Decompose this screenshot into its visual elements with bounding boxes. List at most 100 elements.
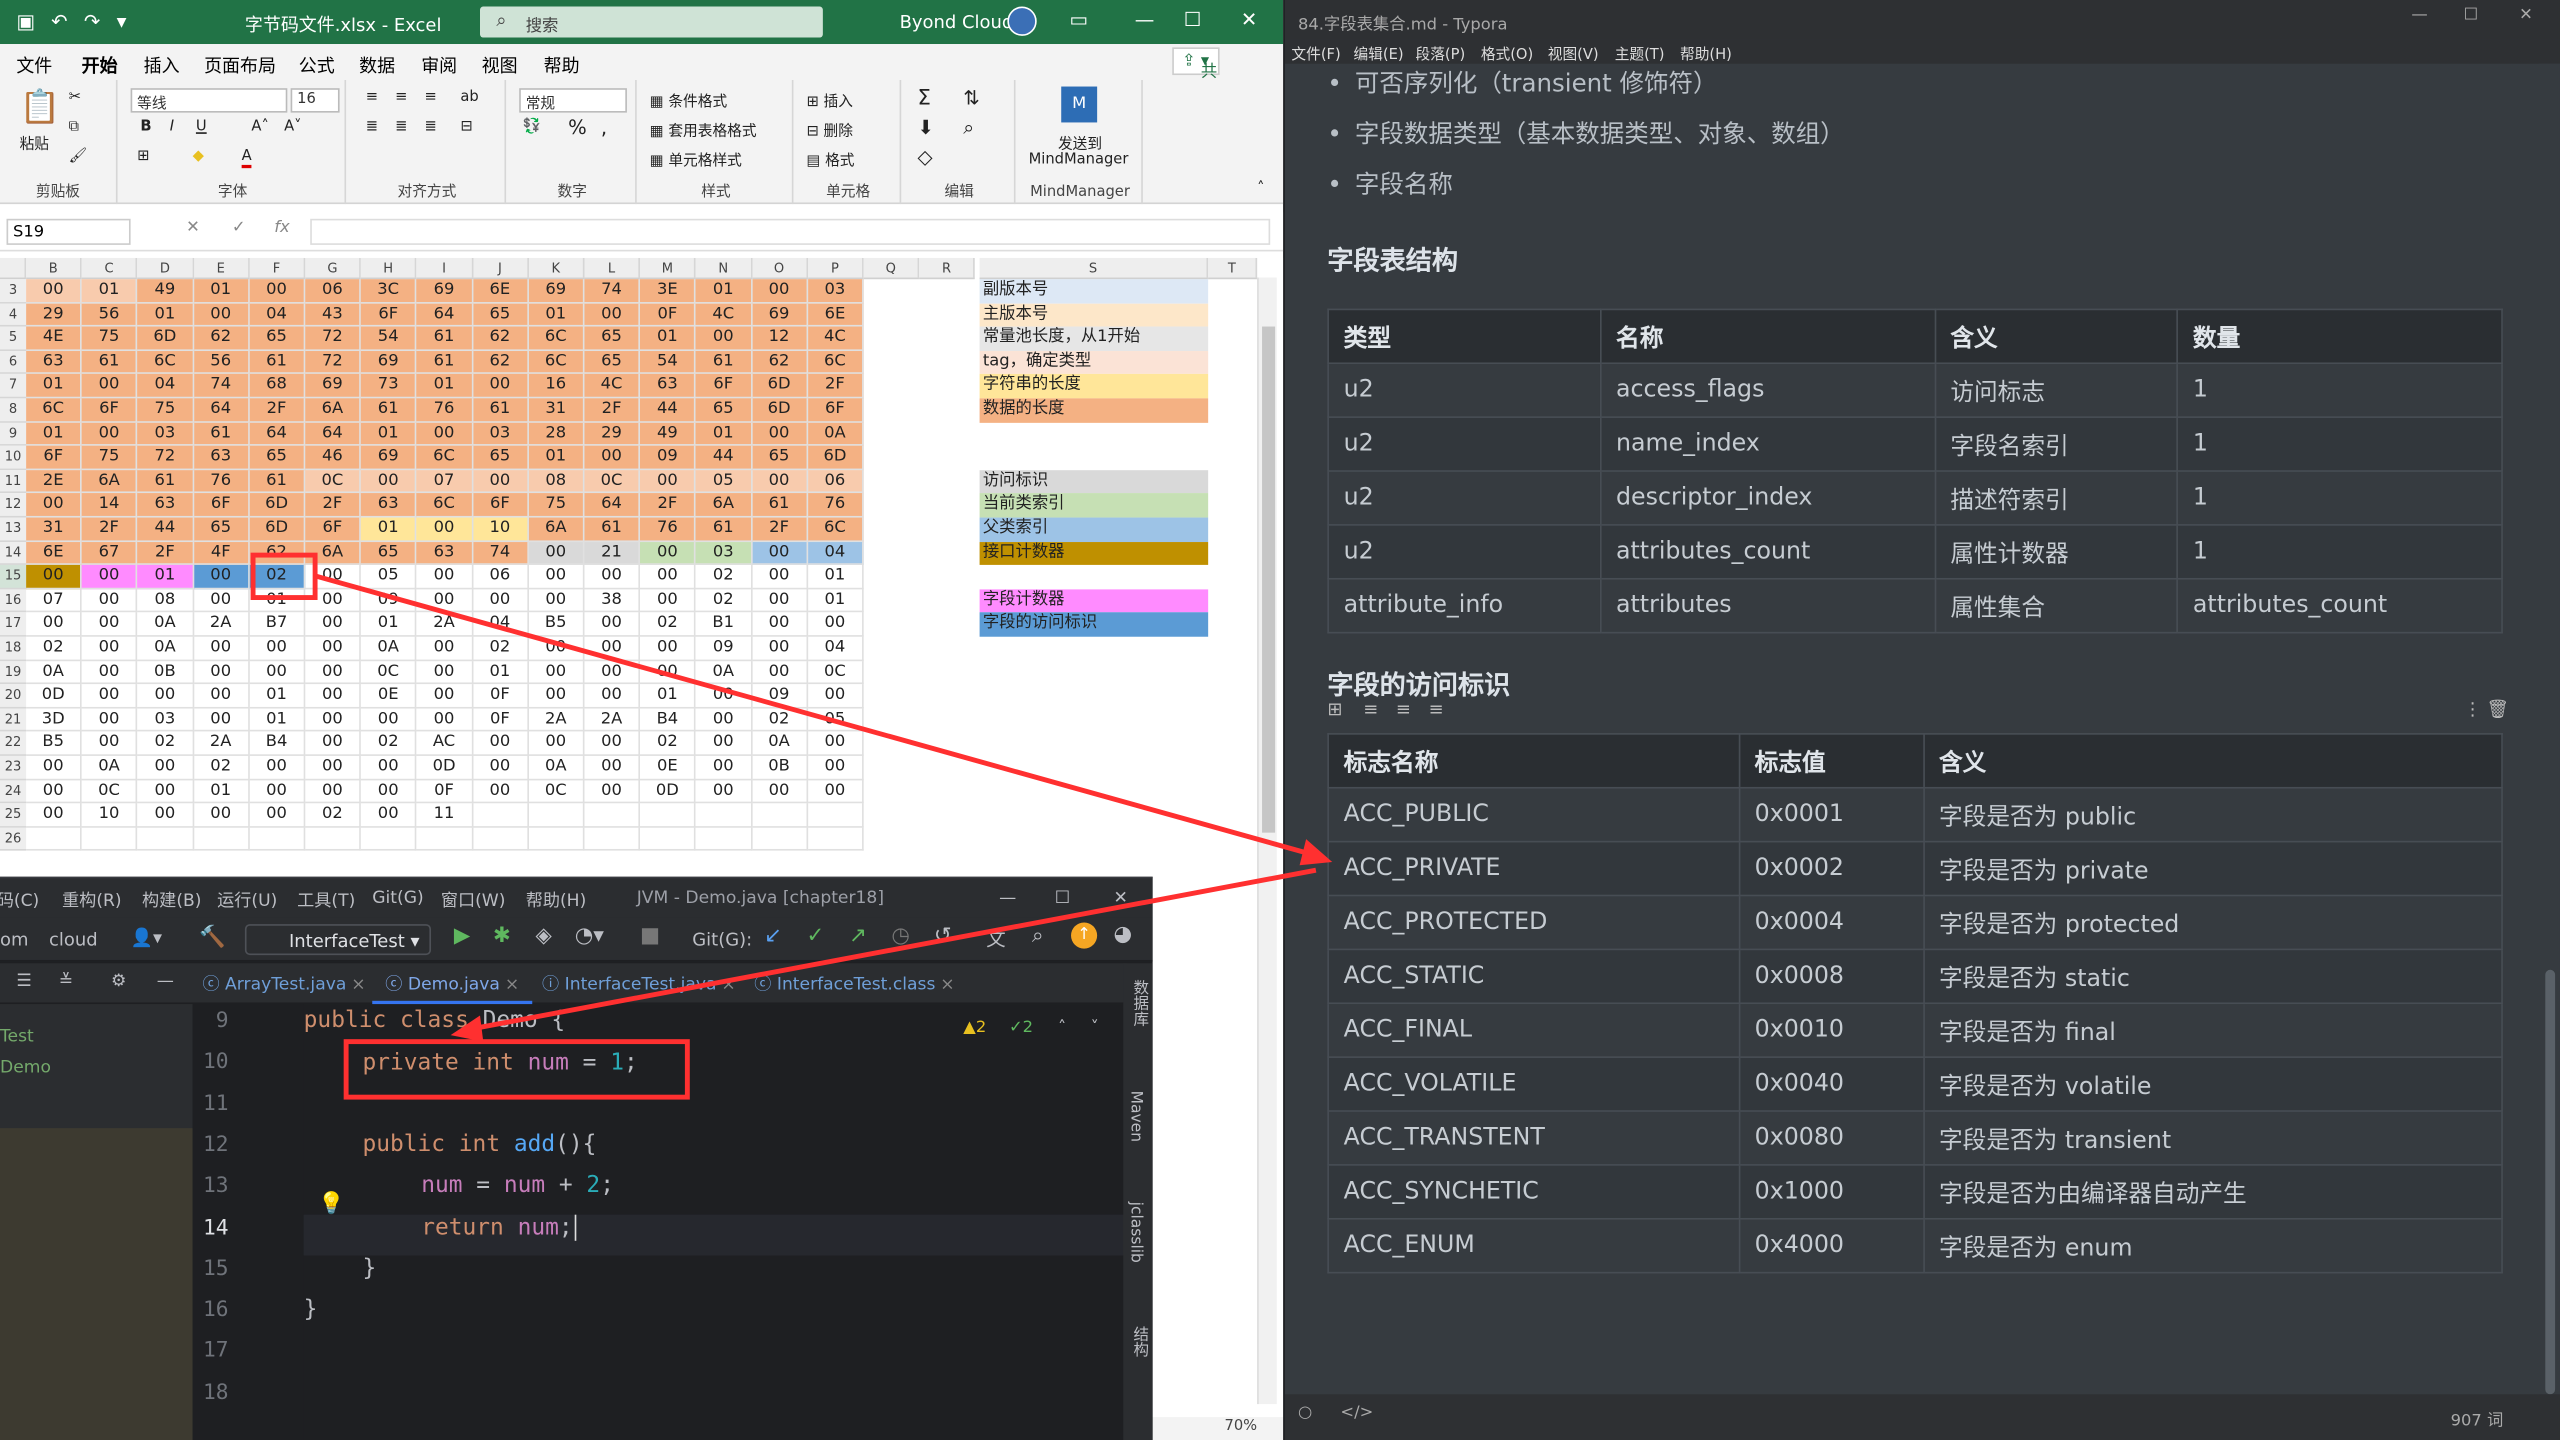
hex-cell[interactable]: 01 (528, 303, 585, 327)
hex-cell[interactable]: 00 (26, 612, 82, 637)
hex-cell[interactable] (193, 827, 250, 852)
column-header-J[interactable]: J (472, 257, 529, 280)
insert-button[interactable]: ⊞ 插入 (807, 90, 853, 111)
hex-cell[interactable]: 65 (584, 350, 641, 375)
hex-cell[interactable]: 4F (193, 541, 250, 566)
hex-cell[interactable]: 6F (472, 493, 529, 518)
legend-cell[interactable]: 字符串的长度 (979, 374, 1209, 399)
comma-icon[interactable]: , (601, 116, 607, 139)
table-grid-icon[interactable]: ⊞ (1327, 699, 1342, 720)
select-all-corner[interactable] (0, 257, 27, 280)
typora-maximize-icon[interactable]: ☐ (2464, 7, 2479, 25)
hex-cell[interactable]: 3C (361, 279, 417, 304)
table-cell[interactable]: 1 (2176, 416, 2503, 472)
hex-cell[interactable]: 00 (751, 279, 808, 304)
hex-cell[interactable]: 2F (807, 374, 864, 399)
hex-cell[interactable]: 00 (361, 469, 417, 494)
hex-cell[interactable]: 00 (137, 684, 194, 709)
row-header-23[interactable]: 23 (0, 755, 27, 780)
italic-icon[interactable]: I (170, 119, 174, 135)
font-size-select[interactable]: 16 (290, 88, 340, 113)
table-cell[interactable]: ACC_VOLATILE (1327, 1056, 1740, 1112)
hex-cell[interactable] (807, 803, 864, 828)
hex-cell[interactable] (361, 827, 417, 852)
hex-cell[interactable]: 69 (305, 374, 362, 399)
align-left-icon[interactable]: ≣ (366, 119, 378, 135)
hex-cell[interactable]: 00 (696, 684, 752, 709)
settings-icon[interactable]: ⚙ (111, 971, 126, 991)
legend-cell[interactable]: 数据的长度 (979, 398, 1209, 423)
prev-highlight-icon[interactable]: ˄ (1058, 1019, 1066, 1037)
paste-label[interactable]: 粘贴 (20, 132, 49, 153)
maximize-icon[interactable]: ☐ (1184, 8, 1202, 31)
rollback-icon[interactable]: ↺ (934, 924, 952, 948)
hex-cell[interactable]: 01 (137, 565, 194, 590)
table-cell[interactable]: name_index (1599, 416, 1936, 472)
typora-menu-file[interactable]: 文件(F) (1291, 42, 1340, 63)
grow-font-icon[interactable]: A˄ (251, 119, 268, 135)
avatar[interactable] (1007, 6, 1037, 36)
column-header-M[interactable]: M (640, 257, 697, 280)
border-icon[interactable]: ⊞ (137, 149, 149, 165)
hex-cell[interactable]: 00 (528, 541, 585, 566)
hex-cell[interactable]: 61 (472, 398, 529, 423)
share-button[interactable]: ⇪ 共享 ▾ (1172, 47, 1219, 106)
table-cell[interactable]: 0x0002 (1738, 840, 1925, 897)
hex-cell[interactable]: 00 (193, 660, 250, 685)
hex-cell[interactable]: 00 (249, 803, 306, 828)
table-cell[interactable]: 字段是否为 private (1922, 840, 2503, 897)
column-header-N[interactable]: N (696, 257, 752, 280)
hex-cell[interactable]: 2F (81, 517, 138, 542)
hex-cell[interactable]: 0A (528, 755, 585, 780)
table-cell[interactable]: u2 (1327, 416, 1602, 472)
hex-cell[interactable]: 00 (528, 660, 585, 685)
hex-cell[interactable]: 00 (26, 779, 82, 804)
hex-cell[interactable]: 03 (472, 422, 529, 447)
tab-view[interactable]: 视图 (482, 52, 518, 78)
hex-cell[interactable]: 6A (696, 493, 752, 518)
hex-cell[interactable]: 02 (249, 565, 306, 590)
profile-icon[interactable]: ◔▾ (575, 924, 604, 948)
hex-cell[interactable]: 00 (361, 803, 417, 828)
legend-cell[interactable]: 父类索引 (979, 517, 1209, 542)
hex-cell[interactable]: 61 (81, 350, 138, 375)
hex-cell[interactable]: 16 (528, 374, 585, 399)
hex-cell[interactable]: 63 (26, 350, 82, 375)
hex-cell[interactable]: 62 (472, 350, 529, 375)
mindmanager-button-label[interactable]: MindManager (1029, 152, 1129, 168)
table-header-cell[interactable]: 名称 (1599, 308, 1936, 365)
hex-cell[interactable]: 00 (193, 565, 250, 590)
hex-cell[interactable]: 00 (696, 732, 752, 756)
typora-menu-help[interactable]: 帮助(H) (1680, 42, 1732, 63)
hex-cell[interactable]: 0A (81, 755, 138, 780)
hex-cell[interactable]: 69 (416, 279, 473, 304)
hex-cell[interactable]: 04 (472, 612, 529, 637)
next-highlight-icon[interactable]: ˅ (1091, 1019, 1099, 1037)
ide-minimize-icon[interactable]: — (999, 888, 1016, 908)
customize-icon[interactable]: ▾ (117, 10, 127, 33)
row-header-11[interactable]: 11 (0, 469, 27, 494)
lightbulb-icon[interactable]: 💡 (318, 1192, 344, 1216)
database-panel[interactable]: 数据库 (1127, 980, 1150, 1027)
hex-cell[interactable]: 65 (584, 326, 641, 351)
row-header-12[interactable]: 12 (0, 493, 27, 518)
row-header-26[interactable]: 26 (0, 827, 27, 852)
table-cell[interactable]: 字段是否为 static (1922, 948, 2503, 1005)
column-header-K[interactable]: K (528, 257, 585, 280)
hex-cell[interactable]: 2F (305, 493, 362, 518)
legend-cell[interactable] (980, 565, 1209, 589)
number-format-select[interactable]: 常规 (519, 88, 627, 113)
hex-cell[interactable]: 31 (528, 398, 585, 423)
hex-cell[interactable]: 01 (249, 589, 306, 613)
hex-cell[interactable]: B5 (528, 612, 585, 637)
hex-cell[interactable]: AC (416, 732, 473, 756)
menu-git[interactable]: Git(G) (372, 888, 423, 908)
hex-cell[interactable]: 00 (305, 660, 362, 685)
hex-cell[interactable] (584, 803, 641, 828)
hex-cell[interactable]: 0E (640, 755, 697, 780)
hex-cell[interactable]: 61 (249, 469, 306, 494)
hex-cell[interactable]: 00 (249, 660, 306, 685)
hex-cell[interactable]: 65 (249, 326, 306, 351)
legend-cell[interactable]: 主版本号 (979, 303, 1209, 327)
hex-cell[interactable]: 0C (584, 469, 641, 494)
